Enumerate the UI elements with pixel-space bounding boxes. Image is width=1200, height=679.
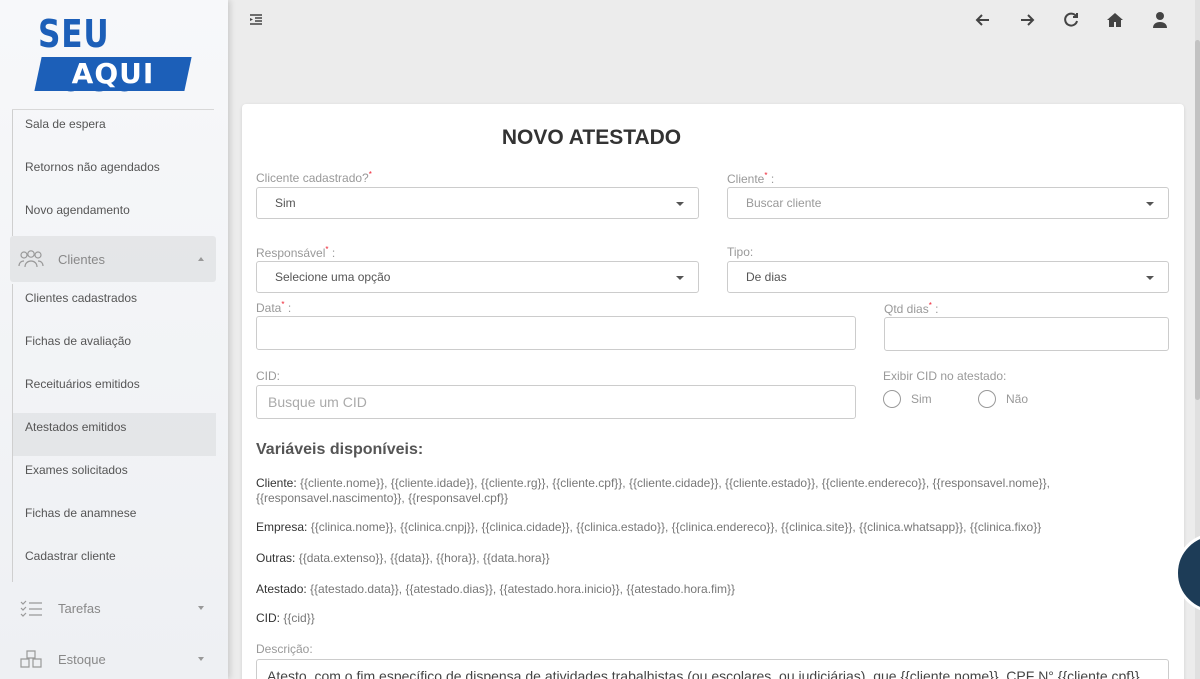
sidebar-group-label: Estoque [58, 651, 106, 667]
chevron-down-icon [1146, 276, 1154, 280]
sidebar-group-label: Clientes [58, 251, 105, 267]
home-icon[interactable] [1106, 11, 1124, 29]
refresh-icon[interactable] [1062, 11, 1080, 29]
cliente-search-select[interactable]: Buscar cliente [727, 187, 1169, 219]
variables-title: Variáveis disponíveis: [256, 441, 424, 458]
chevron-down-icon [676, 276, 684, 280]
sidebar-group-clientes[interactable]: Clientes [10, 236, 216, 282]
responsavel-select[interactable]: Selecione uma opção [256, 261, 699, 293]
sidebar-menu: Sala de espera Retornos não agendados No… [0, 110, 228, 679]
cid-search-field[interactable] [257, 386, 855, 418]
sidebar-group-estoque[interactable]: Estoque [10, 636, 216, 679]
cliente-cadastrado-select[interactable]: Sim [256, 187, 699, 219]
sidebar-item-cadastrar-cliente[interactable]: Cadastrar cliente [12, 542, 228, 582]
radio-circle [883, 390, 901, 408]
radio-circle [978, 390, 996, 408]
chevron-down-icon [1146, 202, 1154, 206]
logo-bottom-text: AQUI [71, 57, 155, 90]
variables-cid: CID: {{cid}} [256, 611, 315, 625]
tipo-select[interactable]: De dias [727, 261, 1169, 293]
sidebar-item-clientes-cadastrados[interactable]: Clientes cadastrados [12, 284, 228, 327]
chevron-down-icon [198, 657, 204, 661]
exibir-cid-nao-radio[interactable]: Não [978, 390, 1028, 408]
brand-logo[interactable]: SEU LOGO AQUI [0, 0, 228, 108]
sidebar-item-anamnese[interactable]: Fichas de anamnese [12, 499, 228, 542]
data-field[interactable] [257, 317, 855, 349]
sidebar-item-sala-de-espera[interactable]: Sala de espera [12, 110, 228, 153]
scrollbar-thumb[interactable] [1195, 40, 1200, 400]
menu-collapse-icon[interactable] [249, 13, 263, 27]
arrow-left-icon[interactable] [974, 11, 992, 29]
sidebar-group-tarefas[interactable]: Tarefas [10, 582, 216, 634]
chevron-down-icon [198, 606, 204, 610]
descricao-label: Descrição: [256, 642, 313, 656]
task-list-icon [20, 600, 42, 617]
user-icon[interactable] [1151, 11, 1169, 29]
data-input[interactable] [256, 316, 856, 350]
chevron-down-icon [676, 202, 684, 206]
users-icon [18, 250, 44, 268]
variables-cliente: Cliente: {{cliente.nome}}, {{cliente.ida… [256, 476, 1050, 505]
sidebar: SEU LOGO AQUI Sala de espera Retornos nã… [0, 0, 228, 679]
cliente-cadastrado-label: Clicente cadastrado?* [256, 170, 372, 185]
variables-atestado: Atestado: {{atestado.data}}, {{atestado.… [256, 582, 736, 596]
variables-outras: Outras: {{data.extenso}}, {{data}}, {{ho… [256, 551, 550, 565]
tipo-label: Tipo: [727, 245, 754, 259]
chevron-up-icon [198, 257, 204, 261]
qtd-dias-label: Qtd dias* : [884, 301, 939, 316]
descricao-textarea[interactable]: Atesto, com o fim específico de dispensa… [256, 659, 1169, 679]
qtd-dias-input[interactable] [884, 317, 1169, 351]
cid-input[interactable] [256, 385, 856, 419]
logo-bottom-banner: AQUI [34, 57, 192, 91]
sidebar-group-label: Tarefas [58, 600, 101, 616]
cid-label: CID: [256, 369, 280, 383]
data-label: Data* : [256, 300, 292, 315]
boxes-icon [20, 650, 42, 668]
exibir-cid-label: Exibir CID no atestado: [883, 369, 1007, 383]
sidebar-item-retornos[interactable]: Retornos não agendados [12, 153, 228, 196]
sidebar-item-receituarios[interactable]: Receituários emitidos [12, 370, 228, 413]
sidebar-item-exames[interactable]: Exames solicitados [12, 456, 228, 499]
sidebar-item-fichas-avaliacao[interactable]: Fichas de avaliação [12, 327, 228, 370]
top-bar [228, 0, 1200, 42]
sidebar-item-atestados[interactable]: Atestados emitidos [12, 413, 216, 456]
arrow-right-icon[interactable] [1018, 11, 1036, 29]
exibir-cid-sim-radio[interactable]: Sim [883, 390, 932, 408]
cliente-label: Cliente* : [727, 171, 775, 186]
responsavel-label: Responsável* : [256, 245, 336, 260]
sidebar-item-novo-agendamento[interactable]: Novo agendamento [12, 196, 228, 236]
variables-empresa: Empresa: {{clinica.nome}}, {{clinica.cnp… [256, 520, 1042, 534]
qtd-dias-field[interactable] [885, 318, 1168, 350]
